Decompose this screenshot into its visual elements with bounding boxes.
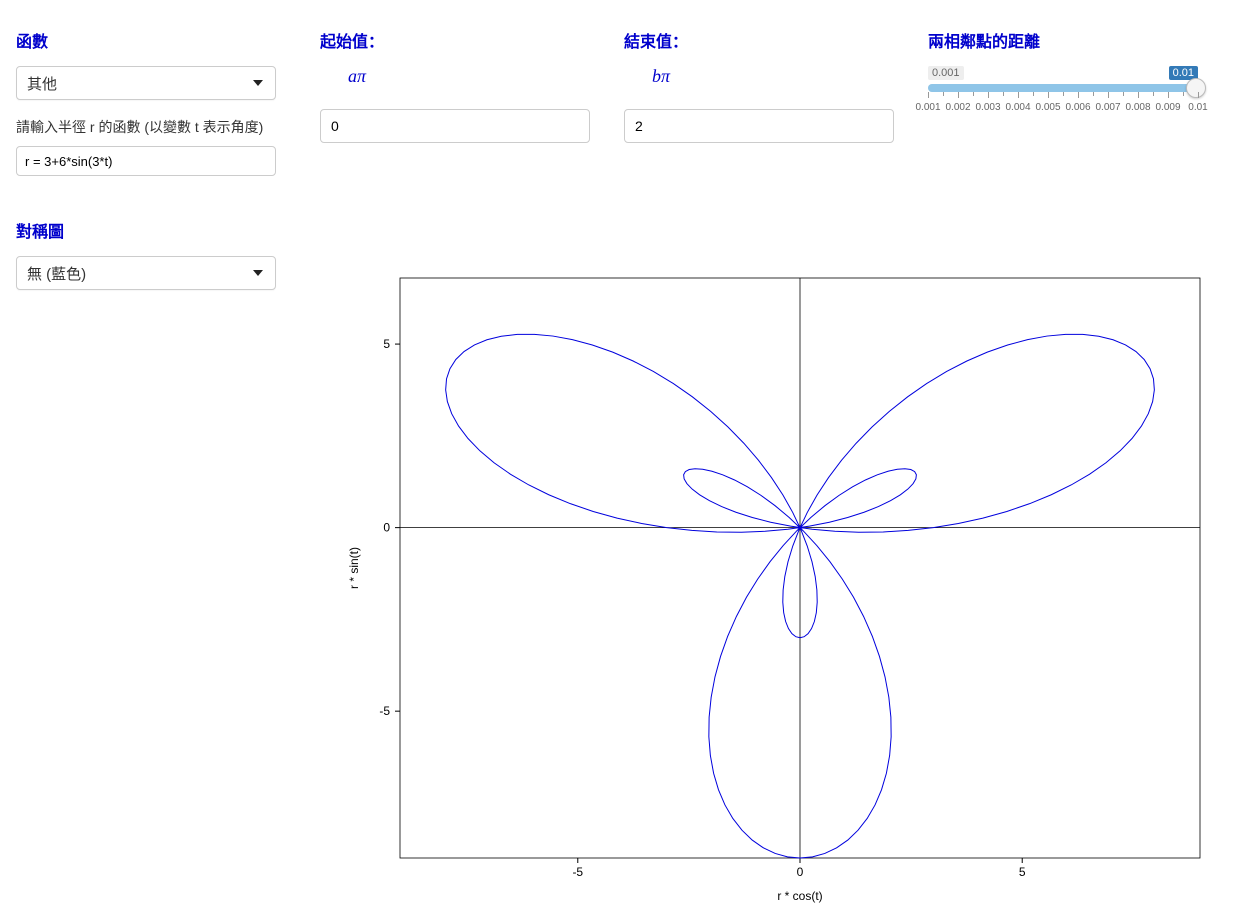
end-math-label: bπ	[652, 66, 904, 87]
chevron-down-icon	[253, 270, 263, 276]
distance-slider[interactable]: 0.001 0.01 0.0010.0020.0030.0040.0050.00…	[928, 66, 1198, 116]
symmetry-title: 對稱圖	[16, 218, 296, 242]
svg-text:5: 5	[383, 337, 390, 351]
chevron-down-icon	[253, 80, 263, 86]
slider-ticks	[928, 92, 1198, 100]
svg-text:r * sin(t): r * sin(t)	[347, 547, 361, 589]
symmetry-select-value: 無 (藍色)	[27, 263, 86, 284]
function-help-text: 請輸入半徑 r 的函數 (以變數 t 表示角度)	[16, 116, 286, 138]
function-select[interactable]: 其他	[16, 66, 276, 100]
symmetry-select[interactable]: 無 (藍色)	[16, 256, 276, 290]
polar-plot: -5 0 5 -5 0 5 r * cos(t) r * sin(t)	[340, 268, 1210, 908]
slider-track[interactable]	[928, 84, 1198, 92]
function-title: 函數	[16, 28, 296, 52]
end-title: 結束值：	[624, 28, 904, 52]
function-input[interactable]	[16, 146, 276, 176]
start-math-label: aπ	[348, 66, 600, 87]
svg-text:5: 5	[1019, 865, 1026, 879]
slider-min-label: 0.001	[928, 66, 964, 80]
start-value-input[interactable]	[320, 109, 590, 143]
svg-text:-5: -5	[379, 704, 390, 718]
function-select-value: 其他	[27, 73, 57, 94]
start-title: 起始值：	[320, 28, 600, 52]
svg-text:r * cos(t): r * cos(t)	[777, 889, 822, 903]
svg-text:-5: -5	[572, 865, 583, 879]
distance-title: 兩相鄰點的距離	[928, 28, 1228, 52]
slider-tick-labels: 0.0010.0020.0030.0040.0050.0060.0070.008…	[928, 102, 1198, 116]
slider-fill	[928, 84, 1198, 92]
svg-text:0: 0	[797, 865, 804, 879]
end-value-input[interactable]	[624, 109, 894, 143]
svg-text:0: 0	[383, 521, 390, 535]
